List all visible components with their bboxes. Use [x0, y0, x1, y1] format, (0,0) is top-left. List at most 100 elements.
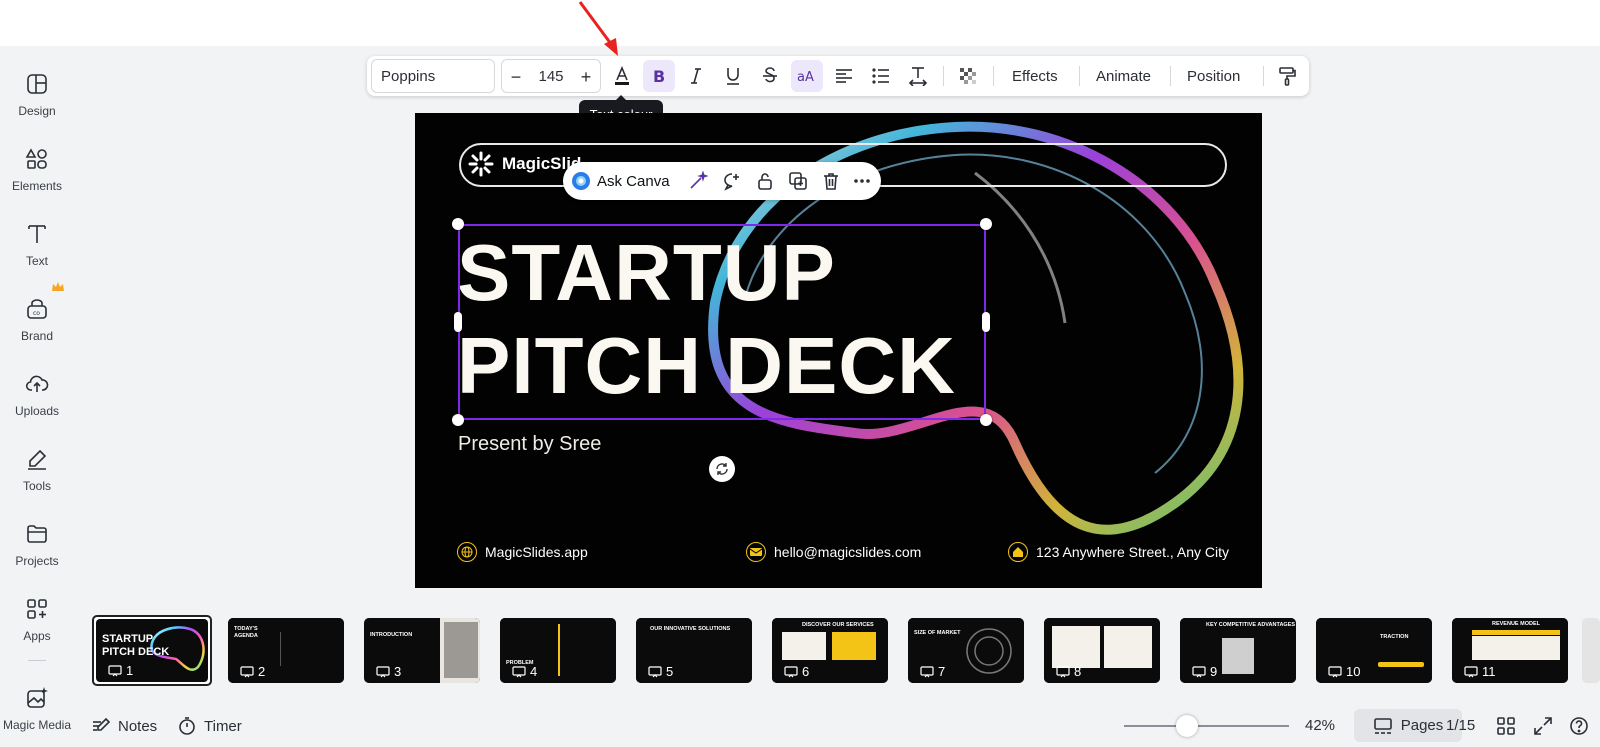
presentation-icon — [784, 665, 798, 677]
align-left-icon — [836, 69, 852, 83]
thumbnail-photo — [1222, 638, 1254, 674]
resize-handle-bottom-left[interactable] — [452, 414, 464, 426]
animate-button[interactable]: Animate — [1090, 60, 1157, 92]
grid-view-button[interactable] — [1496, 716, 1516, 736]
increase-font-size-button[interactable]: + — [572, 60, 600, 94]
help-button[interactable] — [1569, 716, 1589, 736]
text-colour-icon — [615, 66, 629, 85]
bold-button[interactable]: B — [643, 60, 675, 92]
text-colour-button[interactable] — [606, 60, 638, 92]
font-family-select[interactable]: Poppins — [371, 59, 495, 93]
notes-button[interactable]: Notes — [91, 716, 157, 736]
thumbnail-number: 6 — [784, 664, 809, 679]
sidebar-item-brand[interactable]: co Brand — [0, 291, 74, 351]
sidebar-item-uploads[interactable]: Uploads — [0, 366, 74, 426]
page-thumbnail-11[interactable]: REVENUE MODEL 11 — [1452, 618, 1568, 683]
help-icon — [1570, 717, 1588, 735]
underline-button[interactable] — [717, 60, 749, 92]
footer-website[interactable]: MagicSlides.app — [457, 542, 588, 562]
resize-handle-bottom-right[interactable] — [980, 414, 992, 426]
sidebar-item-label: Text — [25, 254, 48, 268]
mail-icon — [746, 542, 766, 562]
sidebar-item-tools[interactable]: Tools — [0, 441, 74, 501]
slide-subtitle[interactable]: Present by Sree — [458, 433, 601, 456]
timer-button[interactable]: Timer — [177, 716, 242, 736]
list-button[interactable] — [865, 60, 897, 92]
zoom-level[interactable]: 42% — [1305, 717, 1335, 734]
presentation-icon — [1192, 665, 1206, 677]
italic-button[interactable] — [680, 60, 712, 92]
page-thumbnail-8[interactable]: 8 — [1044, 618, 1160, 683]
page-thumbnail-10[interactable]: TRACTION 10 — [1316, 618, 1432, 683]
thumbnail-title: INTRODUCTION — [370, 632, 413, 638]
text-selection-box[interactable] — [458, 224, 986, 420]
thumbnail-title: OUR INNOVATIVE SOLUTIONS — [650, 626, 731, 632]
svg-text:aA: aA — [797, 70, 814, 85]
rotate-handle[interactable] — [709, 456, 735, 482]
page-thumbnail-9[interactable]: KEY COMPETITIVE ADVANTAGES 9 — [1180, 618, 1296, 683]
resize-handle-left[interactable] — [454, 312, 462, 332]
alignment-button[interactable] — [828, 60, 860, 92]
sidebar-item-design[interactable]: Design — [0, 66, 74, 126]
thumbnail-number: 3 — [376, 664, 401, 679]
strikethrough-icon — [763, 67, 777, 83]
thumbnail-number: 9 — [1192, 664, 1217, 679]
thumbnail-title: TRACTION — [1380, 634, 1409, 640]
zoom-slider-thumb[interactable] — [1176, 715, 1198, 737]
elements-icon — [25, 148, 47, 169]
footer-address[interactable]: 123 Anywhere Street., Any City — [1008, 542, 1229, 562]
font-size-value[interactable]: 145 — [538, 68, 563, 85]
sidebar-item-projects[interactable]: Projects — [0, 516, 74, 576]
strikethrough-button[interactable] — [754, 60, 786, 92]
magic-edit-button[interactable] — [684, 167, 712, 195]
resize-handle-top-left[interactable] — [452, 218, 464, 230]
folder-icon — [27, 525, 47, 543]
bullet-list-icon — [872, 68, 889, 84]
lock-button[interactable] — [751, 167, 779, 195]
presentation-icon — [108, 664, 122, 676]
thumbnail-number-label: 1 — [126, 663, 134, 678]
thumbnail-number-label: 5 — [666, 664, 674, 679]
letter-case-button[interactable]: aA — [791, 60, 823, 92]
decrease-font-size-button[interactable]: − — [502, 60, 530, 94]
presentation-icon — [376, 665, 390, 677]
thumbnail-number-label: 4 — [530, 664, 538, 679]
sidebar-item-apps[interactable]: Apps — [0, 591, 74, 651]
notes-label: Notes — [118, 717, 158, 735]
resize-handle-right[interactable] — [982, 312, 990, 332]
thumbnail-photo — [444, 622, 478, 678]
sidebar-item-elements[interactable]: Elements — [0, 141, 74, 201]
sidebar-item-text[interactable]: Text — [0, 216, 74, 276]
page-thumbnail-1[interactable]: STARTUP PITCH DECK 1 — [92, 615, 212, 686]
thumbnail-title: SIZE OF MARKET — [914, 630, 961, 636]
page-thumbnail-12-partial[interactable] — [1582, 618, 1600, 683]
thumbnail-title: TODAY'S AGENDA — [234, 626, 258, 639]
page-thumbnail-4[interactable]: PROBLEM 4 — [500, 618, 616, 683]
zoom-slider-track[interactable] — [1124, 725, 1289, 727]
grid-view-icon — [1497, 717, 1515, 735]
effects-button[interactable]: Effects — [1006, 60, 1064, 92]
footer-email[interactable]: hello@magicslides.com — [746, 542, 921, 562]
spacing-button[interactable] — [902, 60, 934, 92]
transparency-icon — [960, 68, 976, 84]
page-thumbnail-6[interactable]: DISCOVER OUR SERVICES 6 — [772, 618, 888, 683]
copy-style-button[interactable] — [1271, 60, 1303, 92]
page-thumbnail-3[interactable]: INTRODUCTION 3 — [364, 618, 480, 683]
page-thumbnail-7[interactable]: SIZE OF MARKET 7 — [908, 618, 1024, 683]
page-counter[interactable]: 1/15 — [1446, 717, 1475, 734]
page-thumbnail-2[interactable]: TODAY'S AGENDA 2 — [228, 618, 344, 683]
transparency-button[interactable] — [952, 60, 984, 92]
delete-button[interactable] — [817, 167, 845, 195]
resize-handle-top-right[interactable] — [980, 218, 992, 230]
ask-canva-button[interactable]: Ask Canva — [571, 167, 670, 195]
thumbnail-number-label: 7 — [938, 664, 946, 679]
duplicate-button[interactable] — [784, 167, 812, 195]
position-button[interactable]: Position — [1181, 60, 1246, 92]
crown-icon — [52, 282, 64, 291]
uploads-icon — [25, 375, 49, 392]
fullscreen-button[interactable] — [1533, 716, 1553, 736]
sidebar-item-label: Elements — [11, 179, 63, 193]
more-options-button[interactable] — [850, 167, 874, 195]
add-comment-button[interactable] — [718, 167, 746, 195]
page-thumbnail-5[interactable]: OUR INNOVATIVE SOLUTIONS 5 — [636, 618, 752, 683]
